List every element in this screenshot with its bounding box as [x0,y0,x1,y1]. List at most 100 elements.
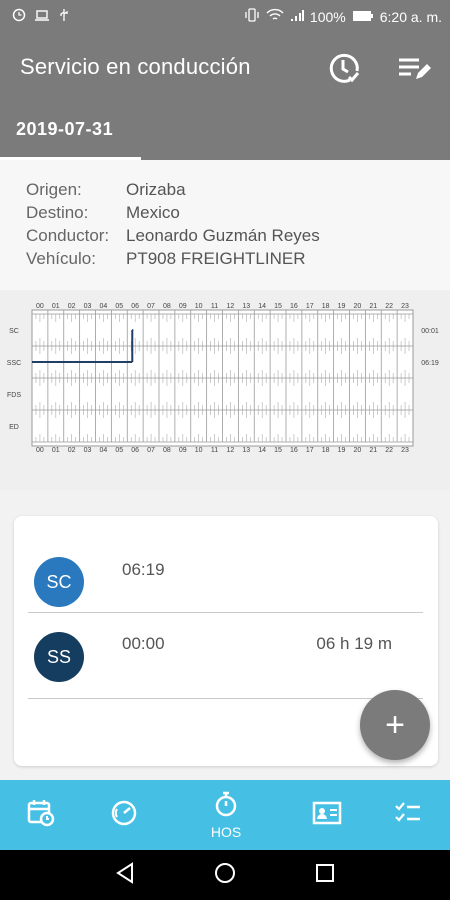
hour-tick-label-top: 00 [36,303,44,310]
hos-log-chart-area: 00 00 01 01 02 02 03 03 04 04 05 05 06 06 07 07 08 08 09 09… [0,290,450,490]
record-duration: 06 h 19 m [316,634,392,653]
hour-tick-label-top: 02 [68,303,76,310]
hour-tick-label-bottom: 08 [163,447,171,454]
trip-info: Origen: Orizaba Destino: Mexico Conducto… [0,160,450,290]
hour-tick-label-top: 22 [385,303,393,310]
hour-tick-label-bottom: 23 [401,447,409,454]
info-row-vehicle: Vehículo: PT908 FREIGHTLINER [26,249,306,273]
hour-tick-label-top: 08 [163,303,171,310]
hour-tick-label-bottom: 16 [290,447,298,454]
status-badge: SC [34,557,84,607]
nav-item-driver-card[interactable] [297,780,357,850]
hour-tick-label-bottom: 11 [211,447,218,454]
calendar-clock-icon [26,798,56,833]
hour-tick-label-top: 18 [322,303,330,310]
add-record-button[interactable]: + [360,690,430,760]
row-total: 00:01 [421,328,439,335]
status-badge: SS [34,632,84,682]
destination-label: Destino: [26,203,89,222]
hour-tick-label-top: 01 [52,303,60,310]
hour-tick-label-top: 04 [100,303,108,310]
hour-tick-label-top: 15 [274,303,282,310]
hour-tick-label-top: 06 [131,303,139,310]
vehicle-label: Vehículo: [26,249,96,268]
record-time: 06:19 [122,560,165,579]
hour-tick-label-bottom: 18 [322,447,330,454]
back-triangle-icon [115,861,135,889]
list-edit-icon [396,52,432,89]
bottom-nav: HOS [0,780,450,850]
driver-value: Leonardo Guzmán Reyes [126,226,320,245]
record-row[interactable]: SS 00:00 06 h 19 m [14,612,438,708]
status-time: 6:20 a. m. [379,8,442,25]
hour-tick-label-bottom: 14 [258,447,266,454]
plus-icon: + [385,705,405,744]
id-card-icon [312,800,342,831]
origin-label: Origen: [26,180,82,199]
divider [28,698,423,699]
row-label: ED [9,424,19,431]
hour-tick-label-bottom: 17 [306,447,314,454]
home-circle-icon [214,862,236,889]
info-row-driver: Conductor: Leonardo Guzmán Reyes [26,226,320,250]
hour-tick-label-bottom: 21 [369,447,377,454]
wifi-icon [266,8,284,25]
tab-date-label: 2019-07-31 [16,119,114,139]
laptop-icon [34,8,50,25]
hour-tick-label-bottom: 19 [338,447,346,454]
system-nav-bar [0,850,450,900]
hour-tick-label-top: 07 [147,303,155,310]
app-bar: Servicio en conducción 2019-07-31 [0,34,450,160]
hour-tick-label-top: 10 [195,303,203,310]
clock-check-icon [326,50,362,91]
hour-tick-label-bottom: 03 [84,447,92,454]
hour-tick-label-top: 13 [242,303,250,310]
stopwatch-icon [213,791,239,822]
battery-percent: 100% [309,8,346,25]
row-label: SC [9,328,19,335]
notification-clock-icon [12,8,26,25]
nav-item-checklist[interactable] [378,780,438,850]
hour-tick-label-bottom: 01 [52,447,60,454]
hour-tick-label-top: 12 [227,303,235,310]
record-row[interactable]: SC 06:19 [14,526,438,622]
row-label: FDS [7,392,21,399]
record-time: 00:00 [122,634,165,653]
destination-value: Mexico [126,203,180,222]
origin-value: Orizaba [126,180,186,199]
hour-tick-label-top: 14 [258,303,266,310]
speedometer-icon [109,798,139,833]
nav-item-hos[interactable]: HOS [196,780,256,850]
home-button[interactable] [210,860,240,890]
hour-tick-label-bottom: 15 [274,447,282,454]
nav-item-calendar[interactable] [11,780,71,850]
recents-square-icon [315,863,335,888]
usb-icon [58,8,70,25]
hour-tick-label-bottom: 06 [131,447,139,454]
recents-button[interactable] [310,860,340,890]
vehicle-value: PT908 FREIGHTLINER [126,249,306,268]
hour-tick-label-bottom: 13 [242,447,250,454]
tab-date[interactable]: 2019-07-31 [0,110,141,160]
hour-tick-label-top: 20 [354,303,362,310]
status-bar: 100% 6:20 a. m. [0,0,450,34]
history-button[interactable] [322,48,366,92]
hos-log-chart: 00 00 01 01 02 02 03 03 04 04 05 05 06 06 07 07 08 08 09 09… [7,303,439,454]
hour-tick-label-bottom: 05 [115,447,123,454]
row-total: 06:19 [421,360,439,367]
hour-tick-label-top: 03 [84,303,92,310]
back-button[interactable] [110,860,140,890]
hour-tick-label-top: 17 [306,303,314,310]
hour-tick-label-top: 05 [115,303,123,310]
battery-icon [352,9,374,25]
hour-tick-label-top: 09 [179,303,187,310]
row-label: SSC [7,360,21,367]
hour-tick-label-bottom: 12 [227,447,235,454]
hour-tick-label-top: 21 [369,303,377,310]
info-row-destination: Destino: Mexico [26,203,180,227]
hour-tick-label-bottom: 10 [195,447,203,454]
nav-item-speed[interactable] [94,780,154,850]
edit-list-button[interactable] [392,48,436,92]
hour-tick-label-bottom: 20 [354,447,362,454]
hour-tick-label-bottom: 09 [179,447,187,454]
